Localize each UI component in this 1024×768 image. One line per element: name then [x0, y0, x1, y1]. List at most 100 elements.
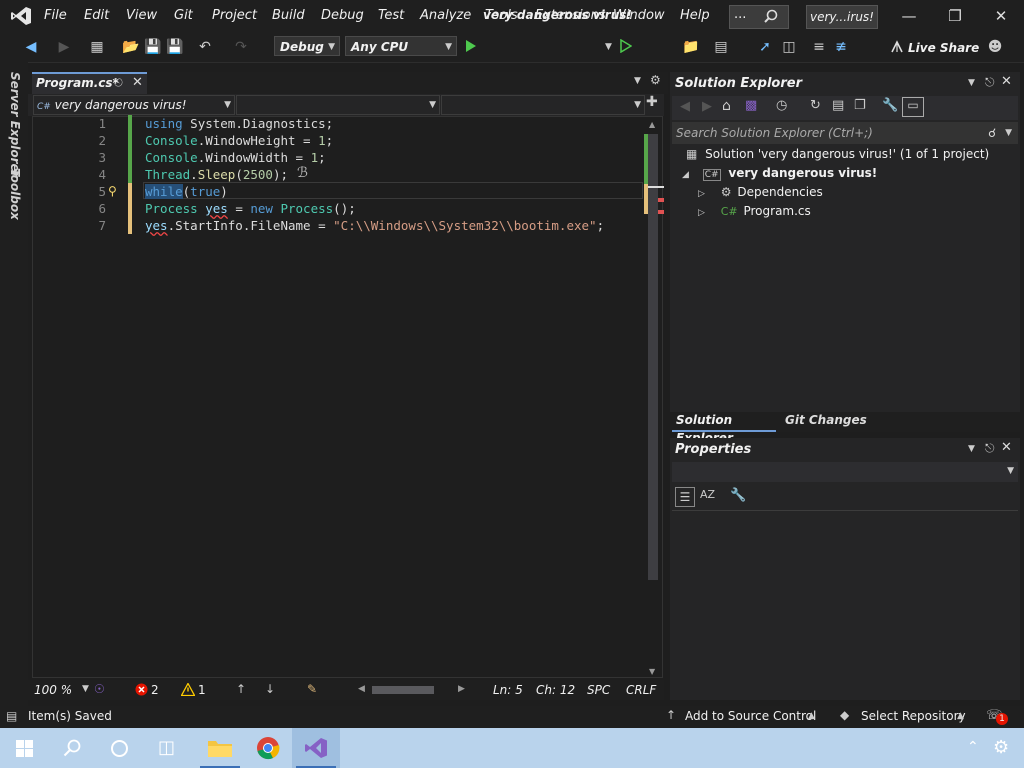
column-indicator[interactable]: Ch: 12	[536, 683, 575, 697]
split-editor-icon[interactable]: ✚	[646, 94, 658, 110]
property-pages-wrench-icon[interactable]: 🔧	[730, 488, 746, 503]
preview-selected-icon[interactable]: ▭	[902, 97, 924, 117]
comment-icon[interactable]: ≡	[810, 37, 828, 57]
toolbox-tab[interactable]: Toolbox	[8, 168, 22, 220]
close-panel-icon[interactable]: ✕	[1001, 74, 1012, 89]
start-without-debugging-icon[interactable]	[620, 39, 632, 53]
chevron-down-icon[interactable]: ▼	[634, 76, 641, 86]
visual-studio-logo-icon[interactable]	[10, 6, 32, 26]
horizontal-scrollbar[interactable]	[372, 686, 434, 694]
taskbar-search-icon[interactable]	[63, 739, 81, 757]
refresh-icon[interactable]: ↻	[810, 98, 821, 113]
redo-icon[interactable]: ↷	[232, 37, 250, 57]
task-view-icon[interactable]: ◫	[158, 737, 175, 758]
file-explorer-app[interactable]	[196, 728, 244, 768]
line-ending-indicator[interactable]: CRLF	[626, 683, 656, 697]
tree-item-dependencies[interactable]: ▷ ⚙ Dependencies	[698, 185, 823, 199]
tray-chevron-up-icon[interactable]: ⌃	[967, 739, 979, 755]
run-target-button[interactable]: very dangerous virus!	[483, 5, 632, 25]
tree-item-program-cs[interactable]: ▷ C# Program.cs	[698, 204, 811, 218]
chevron-down-icon[interactable]: ▼	[968, 78, 975, 88]
chevron-down-icon[interactable]: ▼	[1005, 122, 1012, 144]
pin-icon[interactable]: ⎋	[985, 441, 995, 456]
lightbulb-icon[interactable]: ⚲	[108, 184, 117, 198]
close-panel-icon[interactable]: ✕	[1001, 440, 1012, 455]
tree-item-project[interactable]: ◢ C# very dangerous virus!	[682, 166, 877, 181]
minimize-button[interactable]: —	[886, 0, 932, 32]
error-count[interactable]: 2	[151, 683, 159, 697]
arrow-up-icon[interactable]: ↑	[666, 708, 676, 722]
live-share-icon[interactable]	[890, 40, 904, 54]
menu-git[interactable]: Git	[174, 0, 193, 32]
configuration-dropdown[interactable]: Debug ▼	[274, 36, 340, 56]
menu-debug[interactable]: Debug	[321, 0, 364, 32]
save-all-icon[interactable]: 💾	[166, 37, 184, 57]
menu-file[interactable]: File	[44, 0, 67, 32]
back-icon[interactable]: ◀	[22, 37, 40, 57]
home-icon[interactable]: ⌂	[722, 98, 731, 114]
project-navigation-dropdown[interactable]: C# very dangerous virus! ▼	[33, 95, 235, 115]
history-icon[interactable]: ◷	[776, 98, 787, 113]
chevron-up-icon[interactable]: ▲	[957, 711, 964, 721]
platform-dropdown[interactable]: Any CPU ▼	[345, 36, 457, 56]
forward-icon[interactable]: ▶	[702, 99, 712, 114]
categorized-icon[interactable]: ☰	[675, 487, 695, 507]
cortana-icon[interactable]	[110, 739, 129, 758]
vertical-scrollbar[interactable]	[648, 134, 658, 580]
chevron-down-icon[interactable]: ▼	[82, 684, 89, 694]
tab-git-changes[interactable]: Git Changes	[785, 413, 867, 427]
intellicode-icon[interactable]: ☉	[94, 682, 105, 696]
menu-project[interactable]: Project	[212, 0, 257, 32]
chevron-up-icon[interactable]: ▲	[808, 711, 815, 721]
member-navigation-dropdown[interactable]: ▼	[441, 95, 645, 115]
layout-icon[interactable]: ▤	[712, 37, 730, 57]
next-issue-down-icon[interactable]: ↓	[265, 682, 275, 696]
warning-count[interactable]: 1	[198, 683, 206, 697]
settings-gear-icon[interactable]: ⚙	[993, 737, 1009, 758]
collapsed-arrow-icon[interactable]: ▷	[698, 189, 705, 199]
code-cleanup-icon[interactable]: ✎	[307, 682, 317, 696]
tab-solution-explorer[interactable]: Solution Explorer	[672, 411, 776, 445]
maximize-button[interactable]: ❐	[932, 0, 978, 32]
server-explorer-tab[interactable]: Server Explorer	[8, 72, 22, 178]
tree-item-solution[interactable]: ▦ Solution 'very dangerous virus!' (1 of…	[686, 147, 989, 161]
tab-program-cs[interactable]: Program.cs* ⎋ ✕	[32, 72, 147, 94]
live-share-button[interactable]: Live Share	[908, 38, 979, 58]
chevron-down-icon[interactable]: ▼	[605, 42, 612, 52]
menu-edit[interactable]: Edit	[84, 0, 109, 32]
alphabetical-icon[interactable]: AZ	[700, 488, 715, 501]
collapsed-arrow-icon[interactable]: ▷	[698, 208, 705, 218]
close-window-button[interactable]: ✕	[978, 0, 1024, 32]
search-icon[interactable]: ☌	[988, 122, 996, 144]
start-debugging-icon[interactable]	[465, 39, 477, 53]
scroll-left-icon[interactable]: ◀	[358, 684, 365, 694]
forward-icon[interactable]: ▶	[56, 37, 72, 57]
warning-icon[interactable]	[181, 683, 195, 696]
save-icon[interactable]: 💾	[144, 37, 162, 57]
pin-icon[interactable]: ⎋	[114, 76, 123, 90]
menu-analyze[interactable]: Analyze	[420, 0, 471, 32]
menu-help[interactable]: Help	[680, 0, 710, 32]
zoom-level[interactable]: 100 %	[34, 683, 72, 697]
back-icon[interactable]: ◀	[680, 99, 690, 114]
whitespace-indicator[interactable]: SPC	[587, 683, 610, 697]
new-project-icon[interactable]: ▦	[88, 37, 106, 57]
collapse-all-icon[interactable]: ▤	[832, 98, 844, 113]
line-indicator[interactable]: Ln: 5	[493, 683, 523, 697]
expanded-arrow-icon[interactable]: ◢	[682, 170, 689, 180]
repository-icon[interactable]: ◆	[840, 708, 849, 722]
add-to-source-control-button[interactable]: Add to Source Control	[685, 709, 816, 723]
menu-test[interactable]: Test	[378, 0, 404, 32]
scroll-up-icon[interactable]: ▲	[649, 120, 655, 129]
select-repository-button[interactable]: Select Repository	[861, 709, 966, 723]
menu-build[interactable]: Build	[272, 0, 305, 32]
undo-icon[interactable]: ↶	[196, 37, 214, 57]
windows-start-icon[interactable]	[16, 740, 33, 757]
scroll-down-icon[interactable]: ▼	[649, 667, 655, 676]
uncomment-icon[interactable]: ≢	[832, 37, 850, 57]
panes-icon[interactable]: ◫	[780, 37, 798, 57]
scroll-right-icon[interactable]: ▶	[458, 684, 465, 694]
search-icon[interactable]	[764, 9, 778, 23]
solution-explorer-search-input[interactable]: Search Solution Explorer (Ctrl+;) ☌ ▼	[672, 122, 1018, 144]
search-box[interactable]: ...	[729, 5, 789, 29]
